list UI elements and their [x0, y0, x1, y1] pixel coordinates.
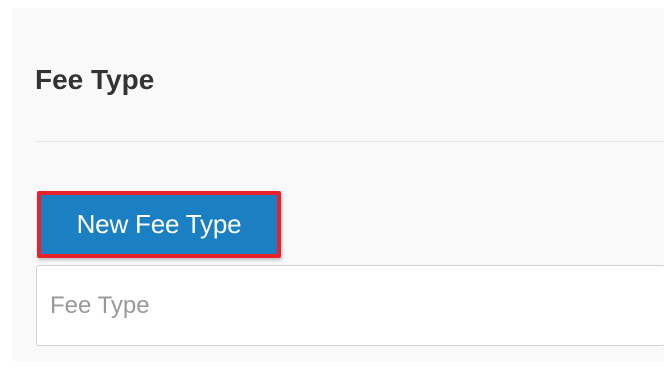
- page-title: Fee Type: [35, 64, 155, 95]
- new-fee-type-button[interactable]: New Fee Type: [37, 191, 281, 258]
- fee-type-input[interactable]: [36, 265, 664, 346]
- fee-type-panel: Fee Type New Fee Type: [12, 8, 664, 361]
- new-fee-type-button-label: New Fee Type: [41, 195, 277, 254]
- header-divider: [35, 141, 664, 142]
